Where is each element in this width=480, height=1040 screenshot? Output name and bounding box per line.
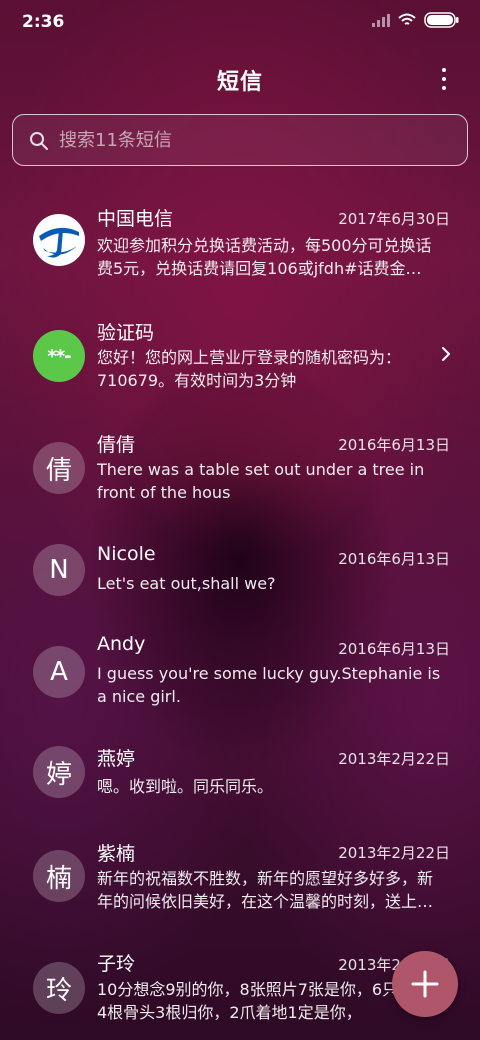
conversation-item[interactable]: A Andy 2016年6月13日 I guess you're some lu… [0,620,480,730]
avatar: N [33,544,85,596]
contact-name: 燕婷 [97,748,136,770]
chevron-right-icon[interactable] [440,346,452,362]
message-date: 2013年2月22日 [338,844,450,862]
avatar: A [33,646,85,698]
message-preview: Let's eat out,shall we? [97,574,276,593]
conversation-item[interactable]: 中国电信 2017年6月30日 欢迎参加积分兑换话费活动，每500分可兑换话费5… [0,190,480,300]
compose-button[interactable] [392,951,458,1017]
avatar: **- [33,330,85,382]
conversation-item[interactable]: 楠 紫楠 2013年2月22日 新年的祝福数不胜数，新年的愿望好多好多，新年的问… [0,826,480,936]
contact-name: 倩倩 [97,434,136,456]
app-header: 短信 [0,56,480,102]
message-date: 2016年6月13日 [338,640,450,658]
message-preview: I guess you're some lucky guy.Stephanie … [97,664,441,706]
wifi-icon [398,13,416,27]
contact-name: 验证码 [97,322,155,344]
status-bar: 2:36 [0,0,480,44]
signal-icon [372,13,390,27]
avatar: 玲 [33,962,85,1014]
contact-name: 紫楠 [97,843,136,865]
page-title: 短信 [216,70,263,95]
battery-icon [424,12,460,28]
more-vertical-icon [442,68,446,72]
message-preview: 新年的祝福数不胜数，新年的愿望好多好多，新年的问候依旧美好，在这个温馨的时刻，送… [97,869,434,911]
conversation-item[interactable]: 倩 倩倩 2016年6月13日 There was a table set ou… [0,416,480,526]
message-date: 2016年6月13日 [338,436,450,454]
status-icons [372,12,460,28]
contact-name: 子玲 [97,953,136,975]
avatar: 倩 [33,442,85,494]
contact-name: 中国电信 [97,208,174,230]
china-telecom-logo-icon [33,214,85,266]
message-date: 2013年2月22日 [338,750,450,768]
message-preview: 欢迎参加积分兑换话费活动，每500分可兑换话费5元，兑换话费请回复106或jfd… [97,236,432,278]
conversation-item[interactable]: **- 验证码 您好！您的网上营业厅登录的随机密码为：710679。有效时间为3… [0,302,480,412]
contact-name: Andy [97,633,146,655]
avatar: 楠 [33,850,85,902]
contact-name: Nicole [97,543,156,565]
avatar: 婷 [33,746,85,798]
search-bar[interactable] [12,114,468,166]
message-date: 2017年6月30日 [338,210,450,228]
status-time: 2:36 [22,12,65,32]
message-preview: There was a table set out under a tree i… [97,460,425,502]
search-input[interactable] [59,125,439,155]
more-options-button[interactable] [434,64,454,94]
message-preview: 嗯。收到啦。同乐同乐。 [97,777,274,796]
plus-icon [411,970,439,998]
message-preview: 您好！您的网上营业厅登录的随机密码为：710679。有效时间为3分钟 [97,348,402,390]
message-date: 2016年6月13日 [338,550,450,568]
search-icon [30,132,48,150]
conversation-item[interactable]: 婷 燕婷 2013年2月22日 嗯。收到啦。同乐同乐。 [0,730,480,840]
